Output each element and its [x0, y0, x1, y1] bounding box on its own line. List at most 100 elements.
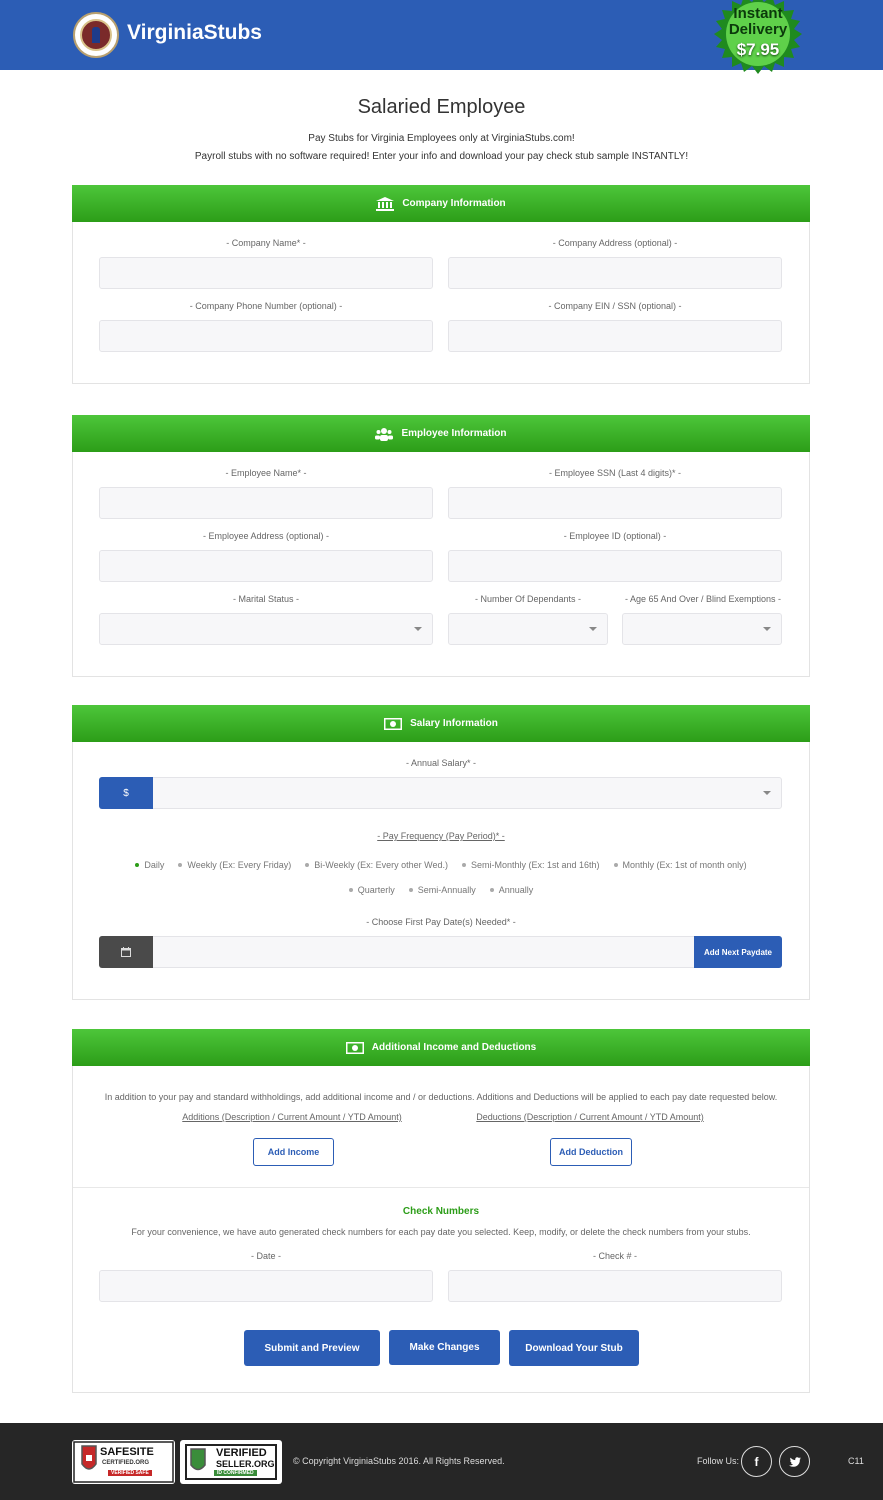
add-income-button[interactable]: Add Income	[253, 1138, 334, 1166]
company-name-label: - Company Name* -	[226, 238, 306, 248]
money-icon	[384, 717, 403, 730]
badge-line-instant: Instant	[733, 5, 783, 22]
check-numbers-description: For your convenience, we have auto gener…	[131, 1227, 751, 1237]
freq-weekly[interactable]: Weekly (Ex: Every Friday)	[178, 860, 291, 870]
freq-daily-label: Daily	[144, 860, 165, 870]
company-ein-label: - Company EIN / SSN (optional) -	[548, 301, 682, 311]
employee-address-input[interactable]	[99, 550, 433, 582]
company-address-input[interactable]	[448, 257, 782, 289]
freq-annually-label: Annually	[498, 885, 534, 895]
pay-frequency-label-text: - Pay Frequency (Pay Period)* -	[377, 831, 505, 841]
virginia-seal-logo[interactable]	[73, 12, 119, 58]
follow-us-label: Follow Us:	[697, 1456, 740, 1466]
freq-quarterly-label: Quarterly	[357, 885, 395, 895]
employee-section-header: Employee Information	[72, 415, 810, 452]
intro-line-1: Pay Stubs for Virginia Employees only at…	[308, 133, 575, 144]
freq-semimonthly-label: Semi-Monthly (Ex: 1st and 16th)	[470, 860, 600, 870]
marital-status-label: - Marital Status -	[232, 594, 299, 604]
badge-price: $7.95	[736, 40, 780, 59]
employee-name-label: - Employee Name* -	[225, 468, 307, 478]
exemptions-label: - Age 65 And Over / Blind Exemptions -	[624, 594, 782, 604]
calendar-icon	[121, 947, 131, 957]
page-code: C11	[848, 1456, 864, 1466]
freq-semiannually[interactable]: Semi-Annually	[408, 885, 476, 895]
add-next-paydate-button[interactable]: Add Next Paydate	[694, 936, 782, 968]
freq-biweekly[interactable]: Bi-Weekly (Ex: Every other Wed.)	[305, 860, 448, 870]
paydate-input[interactable]	[99, 936, 782, 968]
employee-name-input[interactable]	[99, 487, 433, 519]
dependants-label: - Number Of Dependants -	[474, 594, 582, 604]
badge-text: Instant Delivery	[706, 6, 810, 38]
check-date-input[interactable]	[99, 1270, 433, 1302]
salary-section-header: Salary Information	[72, 705, 810, 742]
radio-dot	[348, 888, 353, 892]
company-name-input[interactable]	[99, 257, 433, 289]
verified-sub: SELLER.ORG	[216, 1459, 275, 1469]
freq-weekly-label: Weekly (Ex: Every Friday)	[187, 860, 292, 870]
exemptions-select[interactable]	[622, 613, 782, 645]
deductions-label: Deductions (Description / Current Amount…	[476, 1112, 704, 1122]
company-phone-input[interactable]	[99, 320, 433, 352]
radio-dot-selected	[135, 863, 140, 867]
safesite-tag: VERIFIED SAFE	[108, 1470, 152, 1476]
employee-ssn-input[interactable]	[448, 487, 782, 519]
employee-address-label: - Employee Address (optional) -	[202, 531, 330, 541]
paydate-label: - Choose First Pay Date(s) Needed* -	[366, 917, 516, 927]
company-address-label: - Company Address (optional) -	[552, 238, 678, 248]
company-ein-input[interactable]	[448, 320, 782, 352]
check-number-input[interactable]	[448, 1270, 782, 1302]
download-stub-button[interactable]: Download Your Stub	[509, 1330, 639, 1366]
pay-frequency-label: - Pay Frequency (Pay Period)* -	[72, 831, 810, 841]
freq-monthly[interactable]: Monthly (Ex: 1st of month only)	[613, 860, 747, 870]
brand-name[interactable]: VirginiaStubs	[127, 21, 262, 45]
safesite-seal[interactable]: SAFESITE CERTIFIED.ORG VERIFIED SAFE	[72, 1440, 175, 1484]
additional-section-title: Additional Income and Deductions	[371, 1042, 537, 1053]
freq-annually[interactable]: Annually	[489, 885, 534, 895]
employee-id-label: - Employee ID (optional) -	[563, 531, 667, 541]
freq-semiannually-label: Semi-Annually	[417, 885, 476, 895]
make-changes-button[interactable]: Make Changes	[389, 1330, 500, 1365]
check-numbers-title: Check Numbers	[402, 1206, 480, 1217]
radio-dot	[461, 863, 466, 867]
twitter-bird-icon	[788, 1456, 801, 1467]
company-section-title: Company Information	[402, 198, 506, 209]
dependants-select[interactable]	[448, 613, 608, 645]
frequency-row-2: Quarterly Semi-Annually Annually	[72, 885, 810, 895]
annual-salary-label: - Annual Salary* -	[405, 758, 477, 768]
badge-line-delivery: Delivery	[728, 21, 788, 38]
verified-tag: ID CONFIRMED	[214, 1470, 257, 1476]
verified-seller-seal[interactable]: VERIFIED SELLER.ORG ID CONFIRMED	[180, 1440, 282, 1484]
radio-dot	[613, 863, 618, 867]
check-date-label: - Date -	[250, 1251, 281, 1261]
safesite-title: SAFESITE	[100, 1446, 154, 1458]
users-icon	[375, 427, 394, 441]
page-title: Salaried Employee	[357, 96, 526, 118]
radio-dot	[408, 888, 413, 892]
radio-dot	[178, 863, 183, 867]
freq-daily[interactable]: Daily	[135, 860, 164, 870]
submit-preview-button[interactable]: Submit and Preview	[244, 1330, 380, 1366]
frequency-row-1: Daily Weekly (Ex: Every Friday) Bi-Weekl…	[72, 860, 810, 870]
freq-semimonthly[interactable]: Semi-Monthly (Ex: 1st and 16th)	[461, 860, 600, 870]
intro-line-2: Payroll stubs with no software required!…	[194, 151, 689, 162]
freq-quarterly[interactable]: Quarterly	[348, 885, 395, 895]
freq-biweekly-label: Bi-Weekly (Ex: Every other Wed.)	[314, 860, 448, 870]
check-number-label: - Check # -	[592, 1251, 637, 1261]
marital-status-select[interactable]	[99, 613, 433, 645]
employee-id-input[interactable]	[448, 550, 782, 582]
company-section-header: Company Information	[72, 185, 810, 222]
copyright-text: © Copyright VirginiaStubs 2016. All Righ…	[293, 1456, 505, 1466]
annual-salary-select[interactable]	[99, 777, 782, 809]
facebook-icon[interactable]: f	[741, 1446, 772, 1477]
company-phone-label: - Company Phone Number (optional) -	[189, 301, 343, 311]
safesite-sub: CERTIFIED.ORG	[102, 1460, 150, 1466]
money-icon	[345, 1041, 364, 1054]
twitter-icon[interactable]	[779, 1446, 810, 1477]
verified-title: VERIFIED	[216, 1447, 267, 1459]
bank-icon	[376, 196, 395, 211]
salary-section-title: Salary Information	[410, 718, 498, 729]
additional-section-header: Additional Income and Deductions	[72, 1029, 810, 1066]
employee-section-title: Employee Information	[401, 428, 507, 439]
add-deduction-button[interactable]: Add Deduction	[550, 1138, 632, 1166]
calendar-addon[interactable]	[99, 936, 153, 968]
